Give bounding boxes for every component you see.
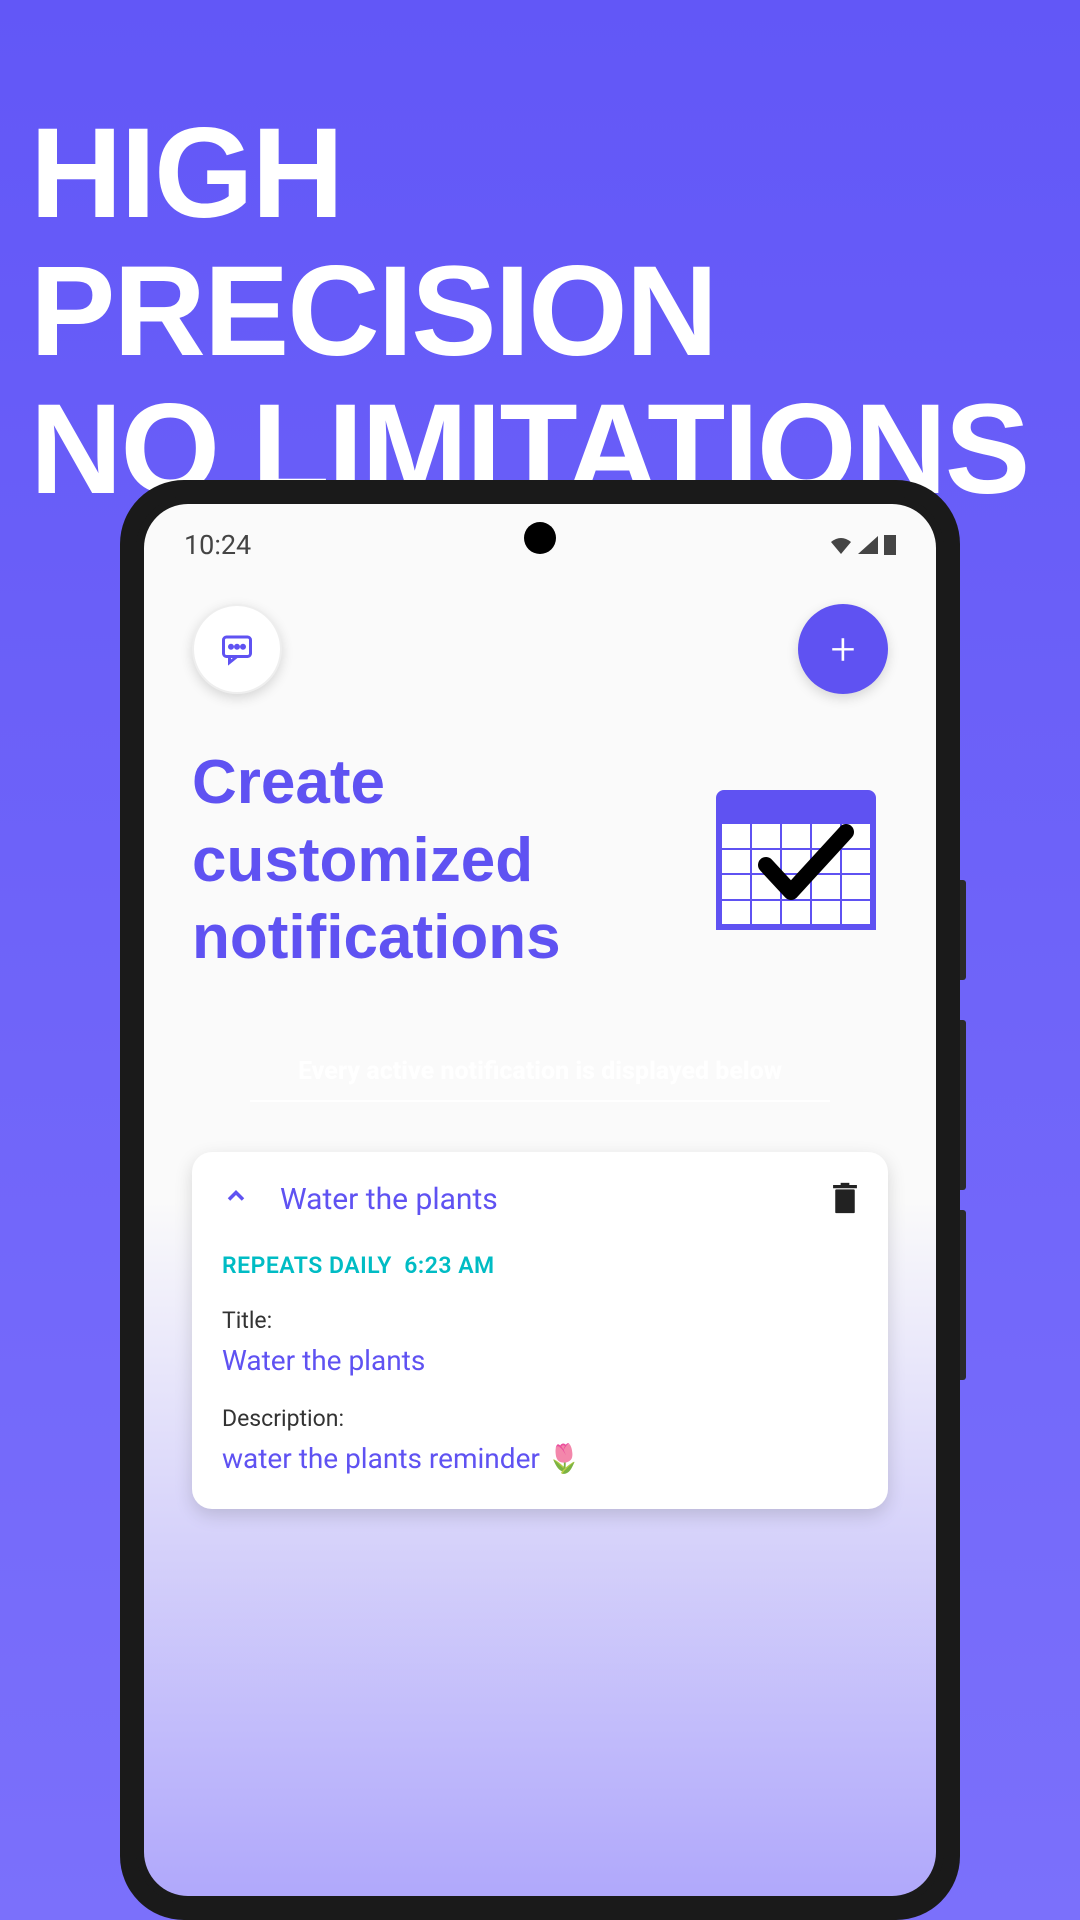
subtitle: Every active notification is displayed b… [144, 1037, 936, 1100]
chat-icon [219, 631, 255, 667]
calendar-check-icon [716, 790, 876, 930]
card-title: Water the plants [280, 1182, 802, 1217]
phone-volume-down [960, 1210, 966, 1380]
subtitle-divider [250, 1100, 830, 1102]
notification-card[interactable]: Water the plants REPEATS DAILY 6:23 AM T… [192, 1152, 888, 1509]
wifi-icon [830, 536, 852, 554]
phone-screen: 10:24 + [144, 504, 936, 1896]
battery-icon [884, 535, 896, 555]
phone-volume-up [960, 1020, 966, 1190]
promo-headline: HIGH PRECISION NO LIMITATIONS [0, 0, 1080, 520]
trash-icon [832, 1182, 858, 1214]
status-time: 10:24 [184, 529, 251, 561]
repeat-info: REPEATS DAILY 6:23 AM [222, 1252, 858, 1279]
camera-icon [524, 522, 556, 554]
plus-icon: + [831, 623, 856, 675]
title-label: Title: [222, 1307, 858, 1334]
title-value: Water the plants [222, 1344, 858, 1377]
chevron-up-icon[interactable] [222, 1182, 250, 1218]
hero-section: Create customized notifications [144, 734, 936, 1037]
description-label: Description: [222, 1405, 858, 1432]
signal-icon [858, 536, 878, 554]
phone-side-button [960, 880, 966, 980]
delete-button[interactable] [832, 1182, 858, 1218]
add-button[interactable]: + [798, 604, 888, 694]
phone-frame: 10:24 + [120, 480, 960, 1920]
app-header: + [144, 564, 936, 734]
hero-text: Create customized notifications [192, 744, 561, 977]
description-value: water the plants reminder 🌷 [222, 1442, 858, 1475]
feedback-button[interactable] [192, 604, 282, 694]
